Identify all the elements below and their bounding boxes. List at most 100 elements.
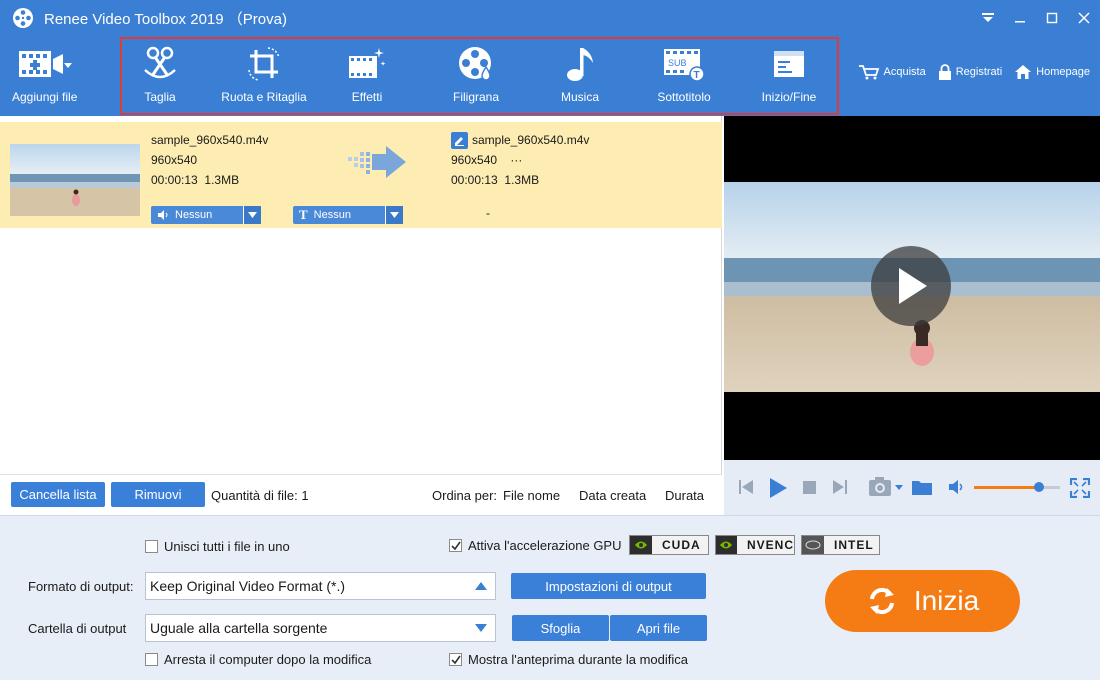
stop-icon[interactable] xyxy=(803,481,816,494)
gpu-checkbox-box[interactable] xyxy=(449,539,462,552)
output-folder-label: Cartella di output xyxy=(28,621,127,636)
preview-label: Mostra l'anteprima durante la modifica xyxy=(468,652,688,667)
lock-icon xyxy=(938,64,951,80)
output-folder-value: Uguale alla cartella sorgente xyxy=(150,620,328,636)
file-row[interactable]: sample_960x540.m4v 960x540 00:00:13 1.3M… xyxy=(0,122,722,228)
shutdown-label: Arresta il computer dopo la modifica xyxy=(164,652,372,667)
buy-label: Acquista xyxy=(883,66,926,78)
file-list: sample_960x540.m4v 960x540 00:00:13 1.3M… xyxy=(0,116,722,474)
fullscreen-icon[interactable] xyxy=(1070,478,1090,498)
film-reel-logo-icon xyxy=(13,8,33,28)
file-count: Quantità di file: 1 xyxy=(211,488,309,503)
output-duration: 00:00:13 xyxy=(451,173,498,187)
add-files-button[interactable]: Aggiungi file xyxy=(12,44,77,104)
source-resolution: 960x540 xyxy=(151,153,198,167)
output-folder-select[interactable]: Uguale alla cartella sorgente xyxy=(145,614,496,642)
intel-label: INTEL xyxy=(834,538,874,552)
sort-by-duration[interactable]: Durata xyxy=(665,488,704,503)
cuda-badge: CUDA xyxy=(629,535,709,555)
title-bar: Renee Video Toolbox 2019 （Prova) xyxy=(0,0,1100,36)
extra-option-value: - xyxy=(486,206,490,220)
homepage-label: Homepage xyxy=(1036,66,1090,78)
merge-checkbox-box[interactable] xyxy=(145,540,158,553)
output-more-icon[interactable]: ··· xyxy=(510,153,522,167)
volume-icon[interactable] xyxy=(948,480,966,494)
open-folder-icon[interactable] xyxy=(911,478,933,496)
output-filename: sample_960x540.m4v xyxy=(472,133,590,147)
register-label: Registrati xyxy=(955,66,1003,78)
cart-icon xyxy=(858,65,879,80)
start-button[interactable]: Inizia xyxy=(825,570,1020,632)
player-controls xyxy=(724,460,1100,515)
preview-checkbox-box[interactable] xyxy=(449,653,462,666)
play-icon[interactable] xyxy=(768,477,788,499)
check-icon xyxy=(450,541,461,550)
menu-dropdown-icon[interactable] xyxy=(972,0,1004,36)
check-icon xyxy=(450,655,461,664)
refresh-icon xyxy=(869,587,894,615)
source-duration: 00:00:13 xyxy=(151,173,198,187)
edit-output-name-icon[interactable] xyxy=(451,131,468,149)
preview-while-editing-checkbox[interactable]: Mostra l'anteprima durante la modifica xyxy=(449,652,688,667)
nvidia-eye-icon xyxy=(630,536,652,554)
list-action-bar: Cancella lista Rimuovi Quantità di file:… xyxy=(0,474,722,515)
clear-list-button[interactable]: Cancella lista xyxy=(11,482,105,507)
output-format-label: Formato di output: xyxy=(28,579,134,594)
volume-fill xyxy=(974,486,1039,489)
play-icon xyxy=(899,268,927,304)
snapshot-camera-icon[interactable] xyxy=(868,476,904,498)
volume-knob[interactable] xyxy=(1033,482,1044,492)
homepage-link[interactable]: Homepage xyxy=(1014,64,1090,80)
text-t-icon: T xyxy=(299,207,308,222)
remove-button[interactable]: Rimuovi xyxy=(111,482,205,507)
gpu-acceleration-checkbox[interactable]: Attiva l'accelerazione GPU xyxy=(449,538,622,553)
nvidia-eye-icon xyxy=(716,536,737,554)
volume-slider[interactable] xyxy=(974,482,1060,492)
output-format-select[interactable]: Keep Original Video Format (*.) xyxy=(145,572,496,600)
source-filename: sample_960x540.m4v xyxy=(151,133,269,147)
gpu-label: Attiva l'accelerazione GPU xyxy=(468,538,622,553)
intel-badge: INTEL xyxy=(801,535,880,555)
start-label: Inizia xyxy=(913,585,980,616)
play-overlay-button[interactable] xyxy=(871,246,951,326)
chevron-down-icon[interactable] xyxy=(385,206,403,224)
subtitle-track-select[interactable]: T Nessun xyxy=(293,206,403,224)
video-preview[interactable] xyxy=(724,116,1100,460)
merge-label: Unisci tutti i file in uno xyxy=(164,539,290,554)
add-video-icon xyxy=(18,51,72,77)
sort-by-created[interactable]: Data creata xyxy=(579,488,646,503)
audio-track-value: Nessun xyxy=(175,209,213,221)
close-icon[interactable] xyxy=(1068,0,1100,36)
register-link[interactable]: Registrati xyxy=(938,64,1002,80)
app-window: Renee Video Toolbox 2019 （Prova) Aggiung… xyxy=(0,0,1100,680)
open-file-button[interactable]: Apri file xyxy=(610,615,707,641)
home-icon xyxy=(1015,65,1032,79)
shutdown-checkbox[interactable]: Arresta il computer dopo la modifica xyxy=(145,652,371,667)
minimize-icon[interactable] xyxy=(1004,0,1036,36)
add-files-label: Aggiungi file xyxy=(12,90,78,104)
chevron-up-icon xyxy=(475,582,487,590)
source-size: 1.3MB xyxy=(204,173,240,187)
skip-next-icon[interactable] xyxy=(832,479,848,495)
tools-highlight-box xyxy=(120,37,839,115)
browse-button[interactable]: Sfoglia xyxy=(512,615,609,641)
sort-by-filename[interactable]: File nome xyxy=(503,488,560,503)
audio-track-select[interactable]: Nessun xyxy=(151,206,261,224)
speaker-icon xyxy=(158,210,168,220)
output-format-value: Keep Original Video Format (*.) xyxy=(150,578,346,594)
subtitle-track-value: Nessun xyxy=(313,209,351,221)
chevron-down-icon xyxy=(475,624,487,632)
sort-by-label: Ordina per: xyxy=(432,488,498,503)
chevron-down-icon[interactable] xyxy=(243,206,261,224)
maximize-icon[interactable] xyxy=(1036,0,1068,36)
skip-previous-icon[interactable] xyxy=(738,479,754,495)
intel-logo-icon xyxy=(802,536,824,554)
output-settings-button[interactable]: Impostazioni di output xyxy=(511,573,706,599)
buy-link[interactable]: Acquista xyxy=(858,64,926,80)
window-title: Renee Video Toolbox 2019 （Prova) xyxy=(44,10,287,28)
nvenc-badge: NVENC xyxy=(715,535,795,555)
nvenc-label: NVENC xyxy=(746,538,794,552)
video-thumbnail xyxy=(10,144,140,216)
shutdown-checkbox-box[interactable] xyxy=(145,653,158,666)
merge-files-checkbox[interactable]: Unisci tutti i file in uno xyxy=(145,539,290,554)
